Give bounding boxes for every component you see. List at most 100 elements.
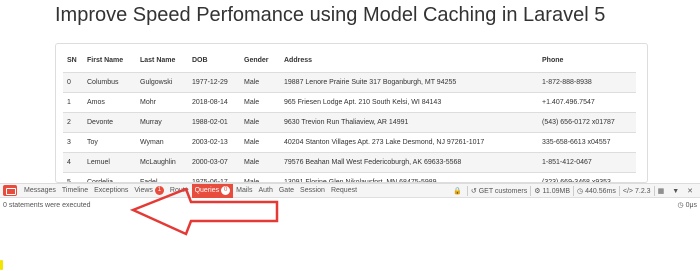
cell-dob: 2018-08-14 (188, 91, 240, 112)
cell-sn: 3 (63, 131, 83, 152)
cell-address: 40204 Stanton Villages Apt. 273 Lake Des… (280, 131, 538, 152)
clock-icon: ◷ (677, 202, 684, 209)
cell-sn: 0 (63, 71, 83, 92)
tab-session[interactable]: Session (297, 184, 328, 198)
cell-gender: Male (240, 71, 280, 92)
cell-address: 13091 Florine Glen Nikolausfort, MN 6847… (280, 171, 538, 182)
tab-label: Messages (24, 186, 56, 194)
table-row: 3 Toy Wyman 2003-02-13 Male 40204 Stanto… (63, 131, 636, 152)
cell-phone: 1-872-888-8938 (538, 71, 636, 92)
cell-last-name: McLaughlin (136, 151, 188, 172)
debugbar: Messages Timeline Exceptions Views 1 Rout… (0, 183, 700, 271)
laravel-logo-icon[interactable] (3, 185, 17, 196)
cell-last-name: Gulgowski (136, 71, 188, 92)
views-count-badge: 1 (154, 186, 164, 195)
customers-table: SN First Name Last Name DOB Gender Addre… (63, 50, 636, 182)
share-icon: ↺ (470, 188, 477, 195)
cell-last-name: Wyman (136, 131, 188, 152)
tab-route[interactable]: Route (167, 184, 192, 198)
column-header-dob: DOB (188, 50, 240, 73)
tab-label: Views (134, 186, 153, 194)
query-time: ◷ 0μs (677, 198, 697, 212)
queries-panel: 0 statements were executed ◷ 0μs (0, 198, 700, 212)
php-version-indicator: </> 7.2.3 (620, 188, 654, 195)
tab-timeline[interactable]: Timeline (59, 184, 91, 198)
tab-request[interactable]: Request (328, 184, 360, 198)
tab-gate[interactable]: Gate (276, 184, 297, 198)
customers-panel: SN First Name Last Name DOB Gender Addre… (55, 43, 648, 183)
duration-text: 440.56ms (585, 187, 616, 195)
cell-sn: 1 (63, 91, 83, 112)
cell-phone: (543) 656-0172 x01787 (538, 111, 636, 132)
table-row: 2 Devonte Murray 1988-02-01 Male 9630 Tr… (63, 111, 636, 132)
cell-phone: +1.407.496.7547 (538, 91, 636, 112)
close-icon[interactable]: ✕ (684, 187, 698, 195)
tab-label: Queries (194, 186, 220, 194)
cell-phone: 1-851-412-0467 (538, 151, 636, 172)
table-header-row: SN First Name Last Name DOB Gender Addre… (63, 50, 636, 73)
code-icon: </> (622, 187, 633, 195)
tab-exceptions[interactable]: Exceptions (91, 184, 131, 198)
cell-gender: Male (240, 131, 280, 152)
tab-label: Session (300, 186, 325, 194)
cell-first-name: Amos (83, 91, 136, 112)
cell-dob: 1988-02-01 (188, 111, 240, 132)
cell-last-name: Mohr (136, 91, 188, 112)
cell-gender: Male (240, 91, 280, 112)
tab-label: Route (169, 186, 189, 194)
cell-first-name: Lemuel (83, 151, 136, 172)
tab-label: Gate (278, 186, 295, 194)
table-row: 5 Cordelia Fadel 1975-06-17 Male 13091 F… (63, 171, 636, 182)
cell-first-name: Columbus (83, 71, 136, 92)
debugbar-tab-strip: Messages Timeline Exceptions Views 1 Rout… (0, 183, 700, 198)
cell-sn: 4 (63, 151, 83, 172)
column-header-first-name: First Name (83, 50, 136, 73)
route-indicator[interactable]: ↺ GET customers (468, 187, 530, 196)
tab-label: Auth (258, 186, 273, 194)
tab-views[interactable]: Views 1 (131, 184, 167, 198)
table-row: 4 Lemuel McLaughlin 2000-03-07 Male 7957… (63, 151, 636, 172)
column-header-last-name: Last Name (136, 50, 188, 73)
cell-dob: 1975-06-17 (188, 171, 240, 182)
tab-messages[interactable]: Messages (21, 184, 59, 198)
cell-gender: Male (240, 151, 280, 172)
debugbar-status-group: 🔒 ↺ GET customers ⚙ 11.09MB ◷ 440.56ms </> 7… (450, 184, 698, 198)
tab-label: Request (330, 186, 358, 194)
tab-mails[interactable]: Mails (233, 184, 255, 198)
cell-last-name: Murray (136, 111, 188, 132)
cell-first-name: Toy (83, 131, 136, 152)
cell-gender: Male (240, 171, 280, 182)
cell-sn: 5 (63, 171, 83, 182)
tab-label: Timeline (61, 186, 89, 194)
cell-last-name: Fadel (136, 171, 188, 182)
tab-label: Exceptions (94, 186, 129, 194)
tab-queries[interactable]: Queries 0 (191, 183, 234, 198)
column-header-gender: Gender (240, 50, 280, 73)
duration-indicator[interactable]: ◷ 440.56ms (574, 187, 619, 196)
queries-count-badge: 0 (221, 186, 231, 195)
column-header-sn: SN (63, 50, 83, 73)
tab-auth[interactable]: Auth (255, 184, 275, 198)
tab-label: Mails (236, 186, 253, 194)
chevron-down-icon[interactable]: ▼ (669, 188, 684, 195)
table-row: 0 Columbus Gulgowski 1977-12-29 Male 198… (63, 71, 636, 92)
cogs-icon: ⚙ (534, 188, 541, 195)
query-time-text: 0μs (685, 201, 697, 209)
table-row: 1 Amos Mohr 2018-08-14 Male 965 Friesen … (63, 91, 636, 112)
cell-address: 9630 Trevion Run Thaliaview, AR 14991 (280, 111, 538, 132)
cell-dob: 1977-12-29 (188, 71, 240, 92)
folder-icon[interactable]: ▦ (655, 187, 670, 195)
cell-gender: Male (240, 111, 280, 132)
cell-phone: (323) 669-3468 x9353 (538, 171, 636, 182)
column-header-address: Address (280, 50, 538, 73)
cell-first-name: Cordelia (83, 171, 136, 182)
route-text: GET customers (478, 187, 528, 195)
clock-icon: ◷ (577, 188, 584, 195)
cell-address: 79576 Beahan Mall West Federicoburgh, AK… (280, 151, 538, 172)
memory-indicator: ⚙ 11.09MB (531, 187, 573, 196)
cell-phone: 335-658-6613 x04557 (538, 131, 636, 152)
cell-dob: 2003-02-13 (188, 131, 240, 152)
column-header-phone: Phone (538, 50, 636, 73)
php-version-text: 7.2.3 (634, 187, 651, 195)
lock-icon: 🔒 (453, 188, 462, 195)
